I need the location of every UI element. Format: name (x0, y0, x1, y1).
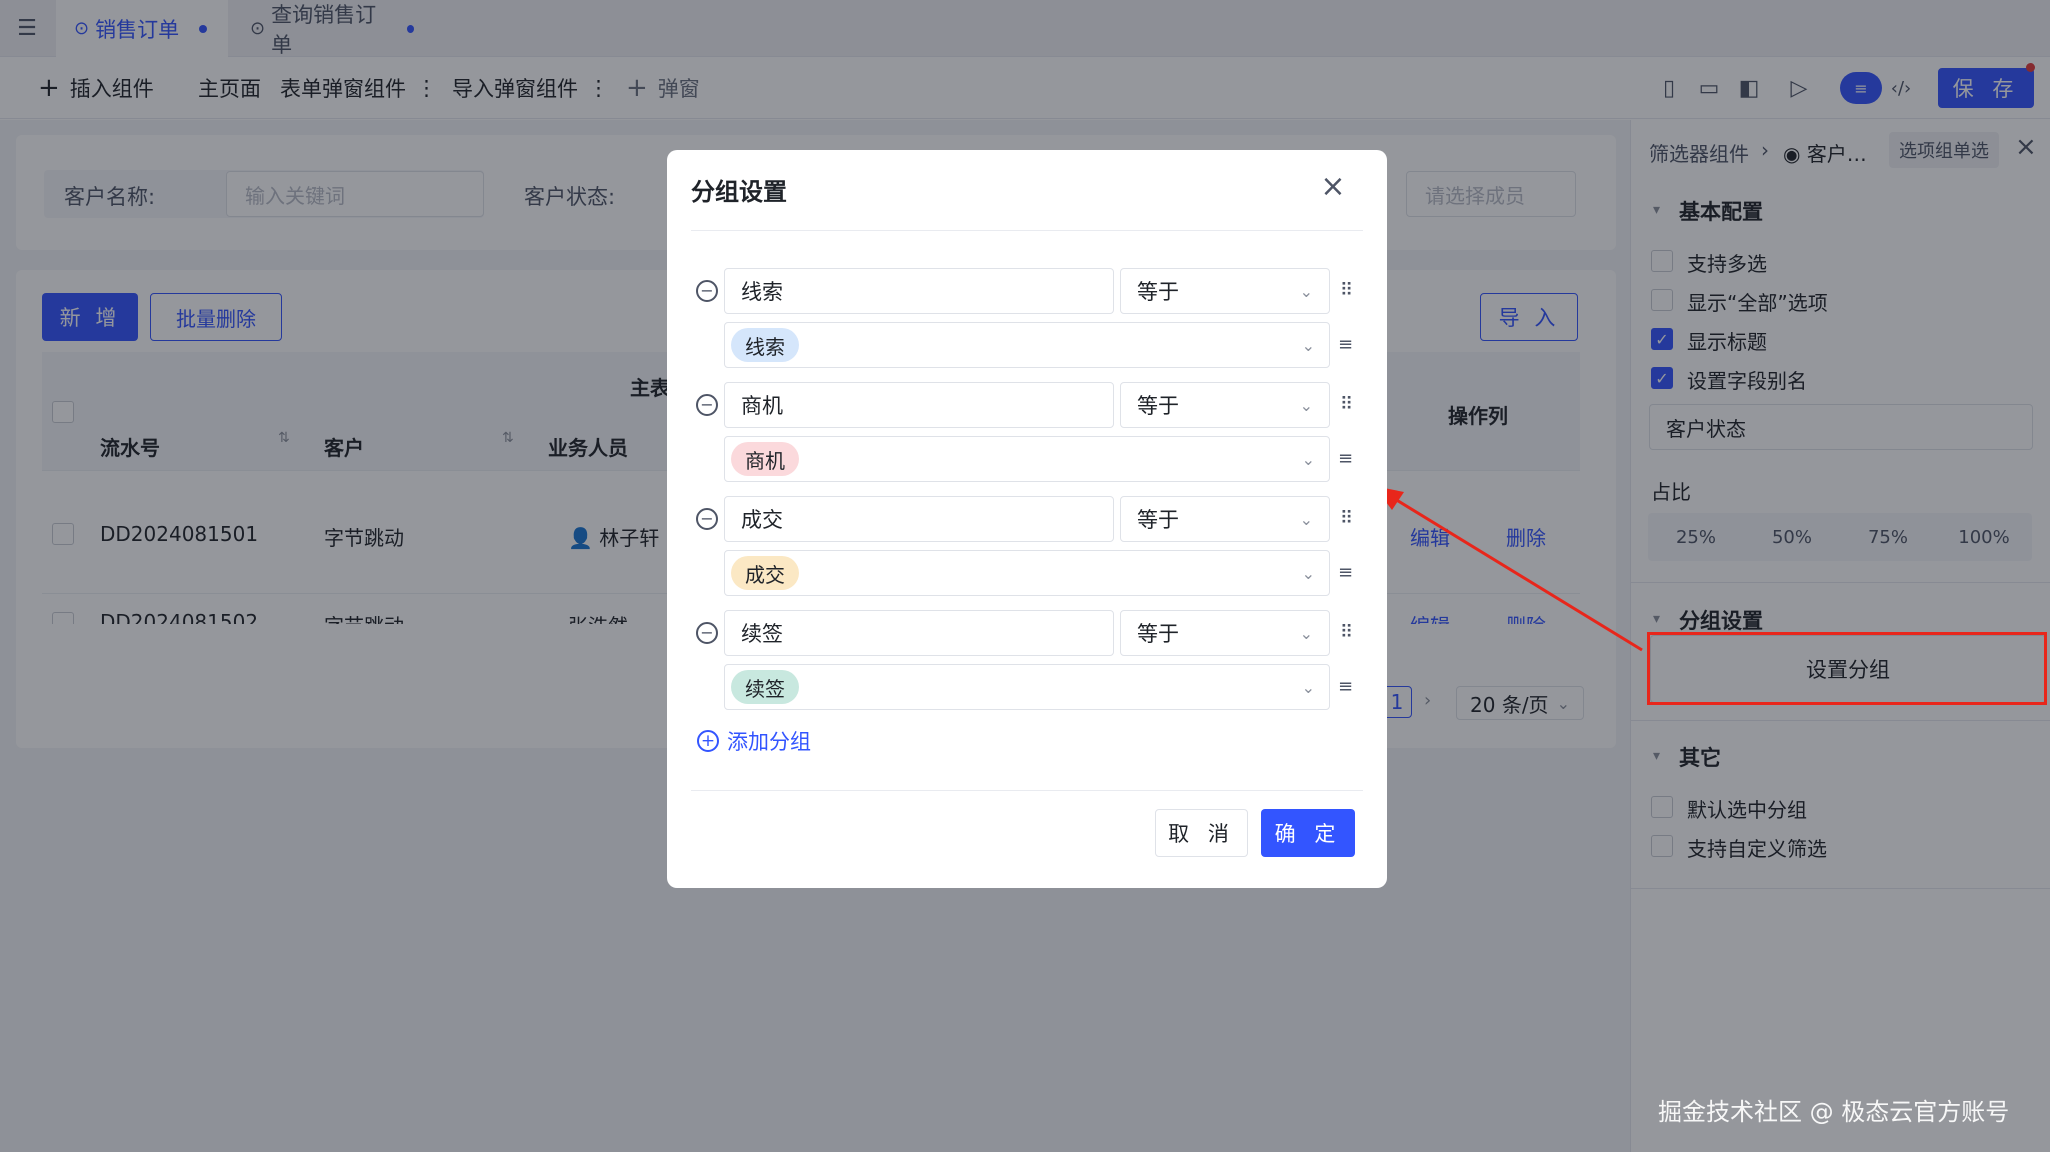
chevron-down-icon: ⌄ (1299, 509, 1313, 529)
drag-handle-icon[interactable]: ⠿ (1340, 508, 1353, 529)
group-value-select[interactable]: 线索 ⌄ (724, 322, 1330, 368)
chevron-down-icon: ⌄ (1301, 449, 1315, 469)
group-value-select[interactable]: 商机 ⌄ (724, 436, 1330, 482)
operator-select[interactable]: 等于 ⌄ (1120, 610, 1330, 656)
operator-select[interactable]: 等于 ⌄ (1120, 382, 1330, 428)
annotation-arrow (1374, 486, 1643, 652)
drag-handle-icon[interactable]: ⠿ (1340, 394, 1353, 415)
group-value-select[interactable]: 成交 ⌄ (724, 550, 1330, 596)
plus-circle-icon: + (697, 730, 719, 752)
value-tag: 成交 (731, 556, 799, 590)
filter-lines-icon[interactable]: ≡ (1338, 676, 1353, 697)
annotation-highlight-box (1647, 632, 2047, 705)
operator-label: 等于 (1137, 508, 1179, 532)
group-name-input[interactable]: 线索 (724, 268, 1114, 314)
operator-select[interactable]: 等于 ⌄ (1120, 268, 1330, 314)
chevron-down-icon: ⌄ (1301, 563, 1315, 583)
dialog-footer-divider (691, 790, 1363, 791)
filter-lines-icon[interactable]: ≡ (1338, 562, 1353, 583)
dialog-title: 分组设置 (691, 178, 787, 206)
watermark: 掘金技术社区 @ 极态云官方账号 (1658, 1098, 2010, 1126)
operator-label: 等于 (1137, 622, 1179, 646)
cancel-button[interactable]: 取 消 (1155, 809, 1248, 857)
remove-group-icon[interactable]: − (696, 280, 718, 302)
value-tag: 商机 (731, 442, 799, 476)
value-tag: 线索 (731, 328, 799, 362)
dialog-header-divider (691, 230, 1363, 231)
value-tag: 续签 (731, 670, 799, 704)
operator-select[interactable]: 等于 ⌄ (1120, 496, 1330, 542)
add-group-button[interactable]: + 添加分组 (697, 726, 811, 756)
add-group-label: 添加分组 (727, 730, 811, 754)
chevron-down-icon: ⌄ (1299, 623, 1313, 643)
operator-label: 等于 (1137, 394, 1179, 418)
confirm-button[interactable]: 确 定 (1261, 809, 1355, 857)
remove-group-icon[interactable]: − (696, 508, 718, 530)
filter-lines-icon[interactable]: ≡ (1338, 448, 1353, 469)
remove-group-icon[interactable]: − (696, 622, 718, 644)
chevron-down-icon: ⌄ (1299, 281, 1313, 301)
close-icon[interactable]: × (1318, 172, 1348, 202)
filter-lines-icon[interactable]: ≡ (1338, 334, 1353, 355)
chevron-down-icon: ⌄ (1301, 677, 1315, 697)
group-name-input[interactable]: 成交 (724, 496, 1114, 542)
chevron-down-icon: ⌄ (1301, 335, 1315, 355)
group-name-input[interactable]: 商机 (724, 382, 1114, 428)
chevron-down-icon: ⌄ (1299, 395, 1313, 415)
remove-group-icon[interactable]: − (696, 394, 718, 416)
operator-label: 等于 (1137, 280, 1179, 304)
drag-handle-icon[interactable]: ⠿ (1340, 280, 1353, 301)
drag-handle-icon[interactable]: ⠿ (1340, 622, 1353, 643)
group-value-select[interactable]: 续签 ⌄ (724, 664, 1330, 710)
group-name-input[interactable]: 续签 (724, 610, 1114, 656)
